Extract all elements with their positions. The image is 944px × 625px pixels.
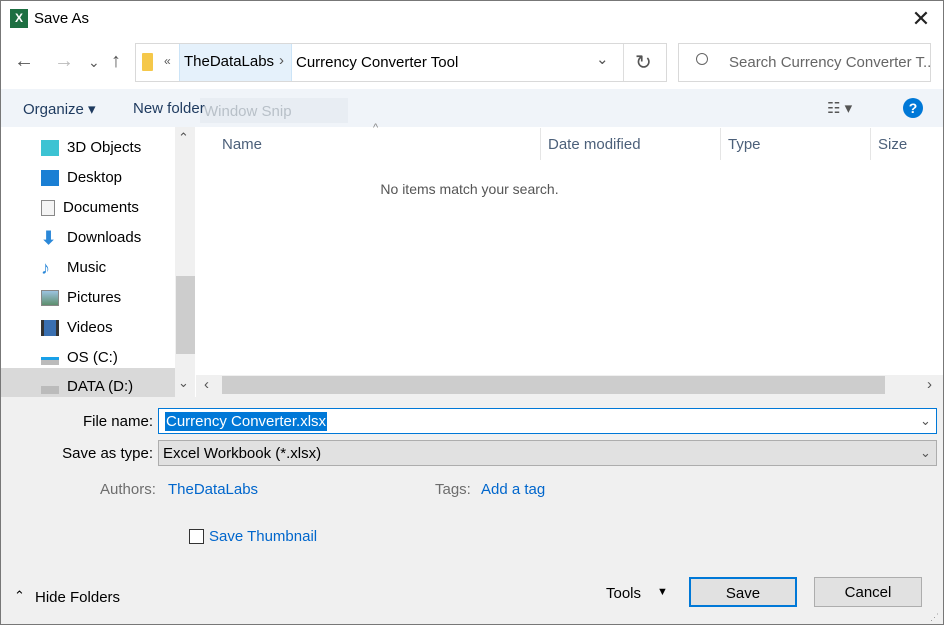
breadcrumb-separator[interactable]: › (279, 52, 284, 69)
sidebar-item-label: Videos (67, 319, 113, 336)
authors-label: Authors: (100, 481, 156, 498)
forward-button[interactable]: → (54, 50, 74, 73)
authors-value[interactable]: TheDataLabs (168, 481, 258, 498)
documents-icon (41, 199, 55, 216)
divider (623, 44, 624, 81)
sidebar-scrollbar[interactable] (175, 127, 195, 397)
music-icon: ♪ (41, 257, 50, 278)
new-folder-button[interactable]: New folder (133, 100, 205, 117)
scroll-up-button[interactable]: ⌃ (178, 130, 189, 146)
column-divider[interactable] (870, 128, 871, 160)
horizontal-scroll-thumb[interactable] (222, 376, 885, 394)
search-icon (696, 53, 708, 65)
sidebar-item-label: OS (C:) (67, 349, 118, 366)
sidebar-item-data-d[interactable]: DATA (D:) (1, 368, 176, 398)
breadcrumb-overflow[interactable]: « (164, 54, 171, 68)
scroll-left-button[interactable]: ‹ (204, 376, 209, 393)
sidebar-item-label: DATA (D:) (67, 378, 134, 395)
tools-button[interactable]: Tools (606, 585, 641, 602)
sidebar-item-documents[interactable]: Documents (41, 189, 176, 219)
back-button[interactable]: ← (14, 50, 34, 73)
save-as-type-dropdown[interactable]: ⌄ (920, 445, 931, 461)
column-divider[interactable] (720, 128, 721, 160)
file-name-value[interactable]: Currency Converter.xlsx (165, 412, 328, 431)
view-options-button[interactable]: ☷ ▾ (827, 99, 852, 117)
sidebar-item-label: Downloads (67, 229, 142, 246)
sidebar-item-music[interactable]: ♪ Music (41, 249, 176, 279)
sidebar-item-downloads[interactable]: ⬇ Downloads (41, 219, 176, 249)
breadcrumb-thedatalabs[interactable]: TheDataLabs (179, 44, 292, 81)
save-thumbnail-checkbox[interactable] (189, 529, 204, 544)
help-button[interactable]: ? (903, 98, 923, 118)
sidebar-scroll-thumb[interactable] (176, 276, 195, 354)
sidebar-item-os-c[interactable]: OS (C:) (41, 339, 176, 369)
tags-input[interactable]: Add a tag (481, 481, 545, 498)
organize-button[interactable]: Organize ▾ (23, 100, 96, 118)
hide-folders-button[interactable]: Hide Folders (35, 589, 120, 606)
folder-icon (142, 53, 153, 71)
file-name-dropdown[interactable]: ⌄ (920, 413, 931, 429)
sidebar-item-label: Pictures (67, 289, 122, 306)
column-size[interactable]: Size (878, 136, 907, 153)
sidebar-item-label: Desktop (67, 169, 123, 186)
file-name-label: File name: (82, 413, 153, 430)
close-button[interactable]: ✕ (906, 6, 936, 32)
save-button[interactable]: Save (689, 577, 797, 607)
chevron-up-icon[interactable]: ⌃ (14, 588, 25, 604)
resize-grip[interactable]: ⋰ (930, 612, 939, 623)
sidebar-item-desktop[interactable]: Desktop (41, 159, 176, 189)
sidebar-item-label: Music (67, 259, 107, 276)
cancel-button[interactable]: Cancel (814, 577, 922, 607)
tools-dropdown-icon[interactable]: ▼ (657, 586, 668, 598)
downloads-icon: ⬇ (41, 227, 57, 248)
desktop-icon (41, 169, 59, 186)
breadcrumb-current[interactable]: Currency Converter Tool (296, 54, 458, 71)
recent-locations-button[interactable]: ⌄ (88, 54, 100, 71)
videos-icon (41, 319, 59, 336)
file-list (196, 127, 943, 375)
sort-ascending-icon: ^ (373, 122, 379, 134)
dialog-title: Save As (34, 10, 90, 27)
column-divider[interactable] (540, 128, 541, 160)
pictures-icon (41, 289, 59, 306)
sidebar-item-label: 3D Objects (67, 139, 142, 156)
column-date-modified[interactable]: Date modified (548, 136, 641, 153)
scroll-down-button[interactable]: ⌄ (178, 375, 189, 391)
excel-icon: X (10, 9, 28, 28)
3d-objects-icon (41, 139, 59, 156)
address-dropdown[interactable]: ⌄ (596, 50, 609, 68)
tags-label: Tags: (435, 481, 471, 498)
window-snip-overlay: Window Snip (200, 98, 348, 123)
up-button[interactable]: ↑ (111, 50, 121, 73)
scroll-right-button[interactable]: › (927, 376, 932, 393)
sidebar-item-videos[interactable]: Videos (41, 309, 176, 339)
sidebar-item-pictures[interactable]: Pictures (41, 279, 176, 309)
save-thumbnail-label[interactable]: Save Thumbnail (209, 528, 317, 545)
sidebar-item-label: Documents (63, 199, 139, 216)
search-input[interactable]: Search Currency Converter T... (678, 43, 931, 82)
save-as-type-select[interactable]: Excel Workbook (*.xlsx) (158, 440, 937, 466)
column-name[interactable]: Name (222, 136, 262, 153)
column-type[interactable]: Type (728, 136, 761, 153)
empty-message: No items match your search. (380, 181, 559, 197)
navigation-pane: 3D Objects Desktop Documents ⬇ Downloads … (1, 127, 195, 398)
sidebar-item-3d-objects[interactable]: 3D Objects (41, 129, 176, 159)
drive-icon (41, 385, 59, 394)
drive-icon (41, 356, 59, 365)
refresh-button[interactable]: ↻ (635, 50, 652, 75)
save-as-type-label: Save as type: (62, 445, 153, 462)
